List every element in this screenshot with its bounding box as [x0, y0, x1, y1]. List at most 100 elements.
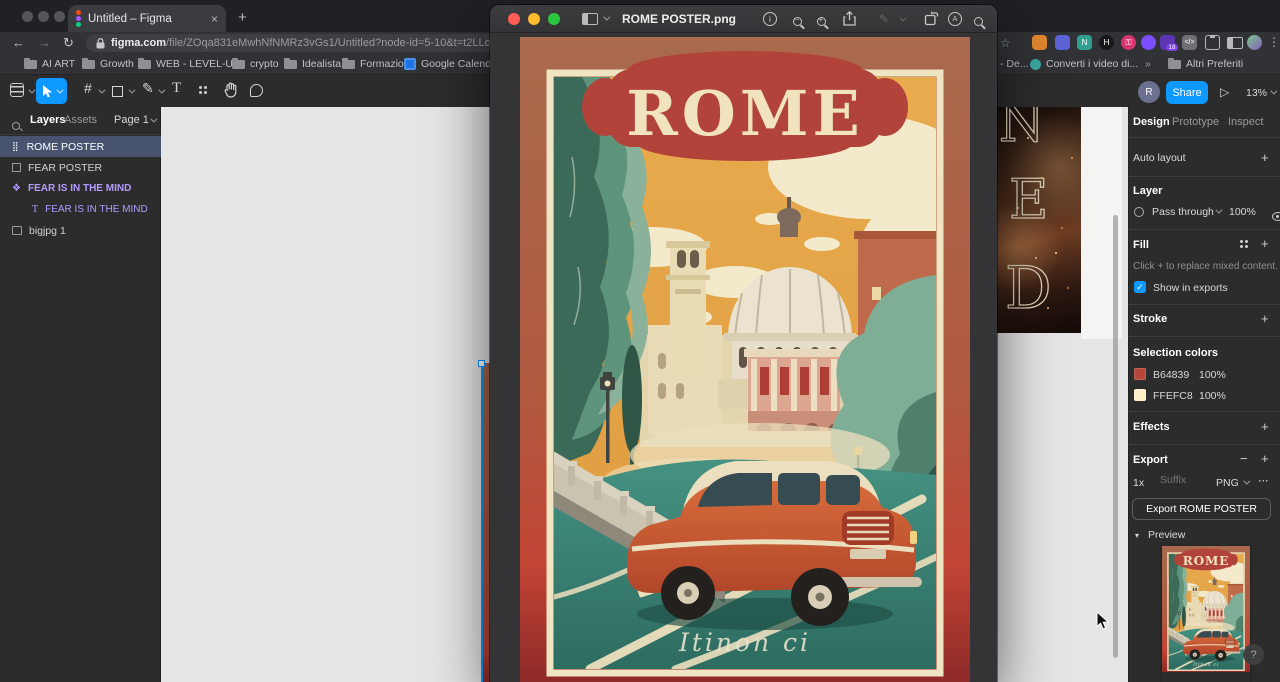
extension-icon-badged[interactable]: 18: [1160, 35, 1178, 51]
tab-layers[interactable]: Layers: [30, 114, 65, 126]
sidebar-icon[interactable]: [582, 12, 598, 25]
bookmark-converter[interactable]: Converti i video di...: [1030, 58, 1138, 70]
present-play-icon[interactable]: ▷: [1220, 85, 1229, 99]
stroke-add-icon[interactable]: +: [1261, 311, 1269, 326]
password-key-icon[interactable]: ⚿: [1121, 35, 1136, 50]
reload-icon[interactable]: ↻: [63, 35, 74, 51]
share-icon[interactable]: [843, 10, 856, 29]
bookmark-truncated[interactable]: - De...: [1000, 58, 1029, 70]
extension-icon[interactable]: [1141, 35, 1156, 50]
pen-tool-icon[interactable]: ✎: [142, 80, 154, 97]
zoom-level[interactable]: 13%: [1246, 87, 1267, 99]
canvas-scrollbar[interactable]: [1113, 215, 1118, 658]
comment-tool-icon[interactable]: [250, 84, 263, 102]
preview-window[interactable]: ROME POSTER.png i − + ✎ A Itinon ci ROME: [490, 5, 997, 682]
layer-opacity[interactable]: 100%: [1229, 206, 1256, 218]
export-format-select[interactable]: PNG: [1216, 477, 1239, 489]
preview-titlebar[interactable]: ROME POSTER.png: [490, 5, 997, 33]
page-selector[interactable]: Page 1: [114, 114, 149, 126]
markup-pen-icon[interactable]: ✎: [879, 12, 889, 26]
browser-menu-icon[interactable]: ⋮: [1268, 35, 1280, 49]
window-minimize-button[interactable]: [38, 11, 49, 22]
minimize-icon[interactable]: [528, 12, 540, 25]
rome-poster-image[interactable]: Itinon ci ROME: [520, 37, 970, 682]
zoom-icon[interactable]: [548, 12, 560, 25]
bookmark-star-icon[interactable]: ☆: [1000, 36, 1011, 50]
browser-tab[interactable]: Untitled – Figma ×: [68, 5, 226, 32]
bookmark-folder[interactable]: Idealista: [284, 57, 341, 70]
back-icon[interactable]: ←: [12, 35, 25, 50]
window-zoom-button[interactable]: [54, 11, 65, 22]
blend-mode-select[interactable]: Pass through: [1152, 206, 1214, 218]
export-menu-icon[interactable]: ⋯: [1258, 475, 1269, 487]
bookmark-folder[interactable]: Growth: [82, 57, 134, 70]
tab-prototype[interactable]: Prototype: [1172, 116, 1219, 128]
forward-icon[interactable]: →: [38, 35, 51, 50]
zoom-in-icon[interactable]: +: [817, 15, 826, 29]
color-swatch[interactable]: [1134, 389, 1146, 401]
figma-main-menu-icon[interactable]: [10, 83, 24, 100]
info-icon[interactable]: i: [763, 12, 777, 26]
code-extension-icon[interactable]: </>: [1182, 35, 1197, 50]
export-remove-icon[interactable]: −: [1240, 451, 1248, 466]
tab-inspect[interactable]: Inspect: [1228, 116, 1263, 128]
export-rome-poster-button[interactable]: Export ROME POSTER: [1132, 498, 1271, 520]
tab-design[interactable]: Design: [1133, 116, 1170, 128]
fear-poster-artwork[interactable]: N E D: [997, 107, 1081, 333]
export-add-icon[interactable]: +: [1261, 451, 1269, 466]
color-hex[interactable]: FFEFC8: [1153, 390, 1193, 402]
layer-row-text[interactable]: T FEAR IS IN THE MIND: [0, 199, 161, 220]
color-opacity[interactable]: 100%: [1199, 369, 1226, 381]
auto-layout-add-icon[interactable]: +: [1261, 150, 1269, 165]
export-scale[interactable]: 1x: [1133, 477, 1144, 489]
shape-tool-icon[interactable]: [112, 84, 123, 100]
show-in-exports-checkbox[interactable]: ✓: [1134, 281, 1146, 293]
color-hex[interactable]: B64839: [1153, 369, 1189, 381]
window-close-button[interactable]: [22, 11, 33, 22]
color-opacity[interactable]: 100%: [1199, 390, 1226, 402]
share-button[interactable]: Share: [1166, 81, 1208, 104]
sidebar-toggle-icon[interactable]: [1227, 36, 1243, 54]
bookmark-folder[interactable]: AI ART: [24, 57, 75, 70]
zoom-out-icon[interactable]: −: [793, 15, 802, 29]
hand-tool-icon[interactable]: [224, 82, 238, 103]
extension-icon[interactable]: [1032, 35, 1047, 50]
export-suffix-input[interactable]: [1160, 474, 1208, 486]
bookmarks-overflow-chevron[interactable]: »: [1145, 58, 1151, 70]
layer-row-fear-poster[interactable]: FEAR POSTER: [0, 157, 161, 178]
preview-collapse-icon[interactable]: ▾: [1135, 531, 1139, 540]
tab-close-icon[interactable]: ×: [211, 12, 218, 26]
layer-row-rome-poster[interactable]: ⣿ ROME POSTER: [0, 136, 161, 157]
new-tab-button[interactable]: +: [238, 10, 247, 25]
browser-avatar[interactable]: [1247, 35, 1262, 50]
extension-icon[interactable]: [1055, 35, 1070, 50]
blend-mode-icon[interactable]: [1134, 207, 1144, 217]
extensions-puzzle-icon[interactable]: [1205, 35, 1220, 50]
effects-add-icon[interactable]: +: [1261, 419, 1269, 434]
bookmark-folder[interactable]: crypto: [232, 57, 279, 70]
move-tool-selected[interactable]: [36, 78, 67, 104]
user-avatar[interactable]: R: [1138, 81, 1160, 103]
layer-row-component[interactable]: ❖ FEAR IS IN THE MIND: [0, 178, 161, 199]
other-favorites-folder[interactable]: Altri Preferiti: [1168, 57, 1243, 70]
selection-handle[interactable]: [478, 360, 485, 367]
search-icon[interactable]: [12, 122, 20, 130]
actions-tool-icon[interactable]: [199, 86, 207, 94]
chevron-down-icon[interactable]: [603, 13, 611, 21]
color-swatch[interactable]: [1134, 368, 1146, 380]
bookmark-folder[interactable]: WEB - LEVEL-UP: [138, 57, 240, 70]
fill-add-icon[interactable]: +: [1261, 236, 1269, 251]
help-button[interactable]: ?: [1243, 644, 1264, 665]
visibility-eye-icon[interactable]: [1272, 212, 1280, 221]
annotate-icon[interactable]: A: [948, 12, 962, 26]
layer-row-image[interactable]: bigjpg 1: [0, 220, 161, 241]
rotate-icon[interactable]: [924, 11, 939, 29]
text-tool-icon[interactable]: T: [172, 80, 181, 97]
frame-tool-icon[interactable]: #: [84, 80, 92, 96]
styles-icon[interactable]: [1240, 240, 1248, 248]
rome-poster-image[interactable]: Itinon ci ROME: [1162, 546, 1250, 672]
tab-assets[interactable]: Assets: [64, 114, 97, 126]
extension-icon[interactable]: H: [1099, 35, 1114, 50]
chevron-down-icon[interactable]: [56, 86, 64, 94]
close-icon[interactable]: [508, 12, 520, 25]
